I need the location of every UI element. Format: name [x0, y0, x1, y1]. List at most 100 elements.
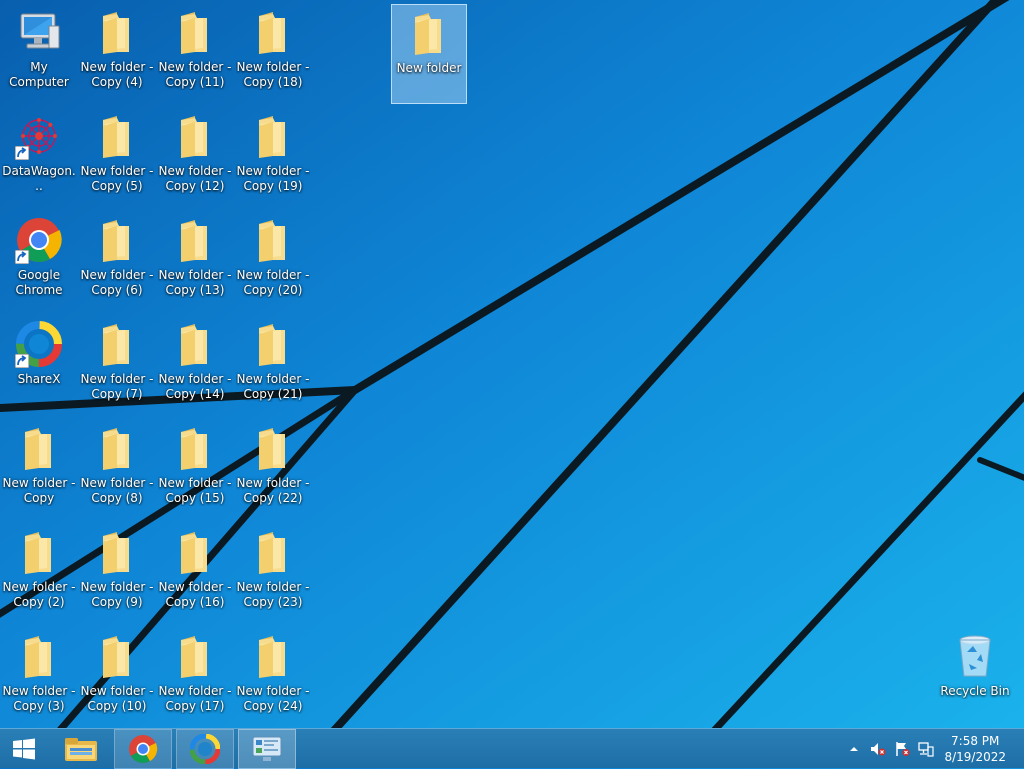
folder-icon: [171, 216, 219, 264]
system-tray: 7:58 PM 8/19/2022: [844, 729, 1024, 769]
action-center-flag-icon[interactable]: [894, 741, 910, 757]
taskbar: 7:58 PM 8/19/2022: [0, 728, 1024, 769]
desktop-icon-nf10[interactable]: New folder - Copy (10): [79, 628, 155, 728]
chrome-icon: [129, 735, 158, 763]
desktop-icon-datawagon[interactable]: DataWagon...: [1, 108, 77, 208]
desktop-icon-nf19[interactable]: New folder - Copy (19): [235, 108, 311, 208]
folder-icon: [171, 8, 219, 56]
folder-icon: [171, 112, 219, 160]
chrome-icon: [15, 216, 63, 264]
desktop-icon-recycle-bin[interactable]: Recycle Bin: [937, 628, 1013, 728]
desktop-icon-nf20[interactable]: New folder - Copy (20): [235, 212, 311, 312]
desktop-icon-chrome[interactable]: Google Chrome: [1, 212, 77, 312]
taskbar-chrome-button[interactable]: [114, 729, 172, 769]
desktop-icon-label: New folder - Copy (16): [158, 580, 232, 609]
control-panel-icon: [252, 736, 282, 761]
desktop[interactable]: My Computer DataWagon... Google Chrome Shar…: [0, 0, 1024, 728]
clock-date: 8/19/2022: [944, 750, 1006, 764]
folder-icon: [405, 9, 453, 57]
desktop-icon-sharex[interactable]: ShareX: [1, 316, 77, 416]
desktop-icon-nf16[interactable]: New folder - Copy (16): [157, 524, 233, 624]
desktop-icon-nf22[interactable]: New folder - Copy (22): [235, 420, 311, 520]
desktop-icon-nf17[interactable]: New folder - Copy (17): [157, 628, 233, 728]
windows-logo-icon: [13, 738, 35, 760]
folder-icon: [171, 528, 219, 576]
desktop-icon-nf11[interactable]: New folder - Copy (11): [157, 4, 233, 104]
desktop-icon-nf9[interactable]: New folder - Copy (9): [79, 524, 155, 624]
desktop-icon-nf6[interactable]: New folder - Copy (6): [79, 212, 155, 312]
folder-icon: [171, 632, 219, 680]
desktop-icon-label: New folder - Copy (8): [80, 476, 154, 505]
computer-icon: [15, 8, 63, 56]
desktop-icon-nf8[interactable]: New folder - Copy (8): [79, 420, 155, 520]
folder-icon: [249, 320, 297, 368]
show-hidden-icons-chevron-icon[interactable]: [846, 741, 862, 757]
desktop-icon-nf7[interactable]: New folder - Copy (7): [79, 316, 155, 416]
shortcut-arrow-icon: [15, 250, 29, 264]
folder-icon: [93, 8, 141, 56]
desktop-icon-label: Recycle Bin: [940, 684, 1010, 698]
desktop-icon-label: New folder - Copy: [2, 476, 76, 505]
desktop-icon-label: New folder - Copy (21): [236, 372, 310, 401]
shortcut-arrow-icon: [15, 354, 29, 368]
folder-icon: [249, 8, 297, 56]
desktop-icon-nf21[interactable]: New folder - Copy (21): [235, 316, 311, 416]
desktop-icon-nf4[interactable]: New folder - Copy (4): [79, 4, 155, 104]
folder-icon: [15, 528, 63, 576]
desktop-icon-nf23[interactable]: New folder - Copy (23): [235, 524, 311, 624]
desktop-icon-label: New folder - Copy (13): [158, 268, 232, 297]
sharex-icon: [190, 734, 220, 764]
taskbar-sharex-button[interactable]: [176, 729, 234, 769]
desktop-icon-label: New folder - Copy (15): [158, 476, 232, 505]
desktop-icon-label: New folder - Copy (3): [2, 684, 76, 713]
desktop-icon-label: New folder - Copy (9): [80, 580, 154, 609]
folder-icon: [249, 216, 297, 264]
desktop-icon-nf12[interactable]: New folder - Copy (12): [157, 108, 233, 208]
desktop-icon-nf[interactable]: New folder - Copy: [1, 420, 77, 520]
desktop-icon-label: New folder - Copy (5): [80, 164, 154, 193]
start-button[interactable]: [0, 729, 48, 769]
desktop-icon-label: New folder - Copy (4): [80, 60, 154, 89]
taskbar-file-explorer-button[interactable]: [52, 729, 110, 769]
desktop-icon-nf3[interactable]: New folder - Copy (3): [1, 628, 77, 728]
taskbar-control-panel-button[interactable]: [238, 729, 296, 769]
desktop-icon-nf14[interactable]: New folder - Copy (14): [157, 316, 233, 416]
desktop-icon-nf18[interactable]: New folder - Copy (18): [235, 4, 311, 104]
desktop-icon-nf5[interactable]: New folder - Copy (5): [79, 108, 155, 208]
folder-icon: [15, 632, 63, 680]
clock[interactable]: 7:58 PM 8/19/2022: [944, 733, 1006, 765]
desktop-icon-label: New folder - Copy (12): [158, 164, 232, 193]
network-icon[interactable]: [918, 741, 934, 757]
datawagon-app-icon: [15, 112, 63, 160]
desktop-icon-nf13[interactable]: New folder - Copy (13): [157, 212, 233, 312]
desktop-icon-my-computer[interactable]: My Computer: [1, 4, 77, 104]
folder-icon: [249, 112, 297, 160]
volume-muted-icon[interactable]: [870, 741, 886, 757]
file-explorer-icon: [65, 738, 97, 761]
desktop-icon-new-folder[interactable]: New folder: [391, 4, 467, 104]
folder-icon: [93, 112, 141, 160]
folder-icon: [93, 216, 141, 264]
desktop-icon-label: New folder - Copy (19): [236, 164, 310, 193]
desktop-icon-label: New folder - Copy (18): [236, 60, 310, 89]
folder-icon: [93, 320, 141, 368]
desktop-icon-label: New folder: [396, 61, 462, 75]
recycle-bin-icon: [951, 632, 999, 680]
desktop-icon-label: New folder - Copy (22): [236, 476, 310, 505]
desktop-icon-label: Google Chrome: [15, 268, 63, 297]
folder-icon: [249, 632, 297, 680]
desktop-icon-label: DataWagon...: [2, 164, 76, 193]
desktop-icon-label: ShareX: [17, 372, 61, 386]
desktop-icon-label: New folder - Copy (7): [80, 372, 154, 401]
folder-icon: [171, 424, 219, 472]
sharex-icon: [15, 320, 63, 368]
desktop-icon-label: New folder - Copy (10): [80, 684, 154, 713]
folder-icon: [93, 424, 141, 472]
folder-icon: [171, 320, 219, 368]
desktop-icon-nf24[interactable]: New folder - Copy (24): [235, 628, 311, 728]
desktop-icon-label: New folder - Copy (20): [236, 268, 310, 297]
desktop-icon-label: New folder - Copy (14): [158, 372, 232, 401]
desktop-icon-nf15[interactable]: New folder - Copy (15): [157, 420, 233, 520]
desktop-icon-nf2[interactable]: New folder - Copy (2): [1, 524, 77, 624]
desktop-icon-label: New folder - Copy (24): [236, 684, 310, 713]
